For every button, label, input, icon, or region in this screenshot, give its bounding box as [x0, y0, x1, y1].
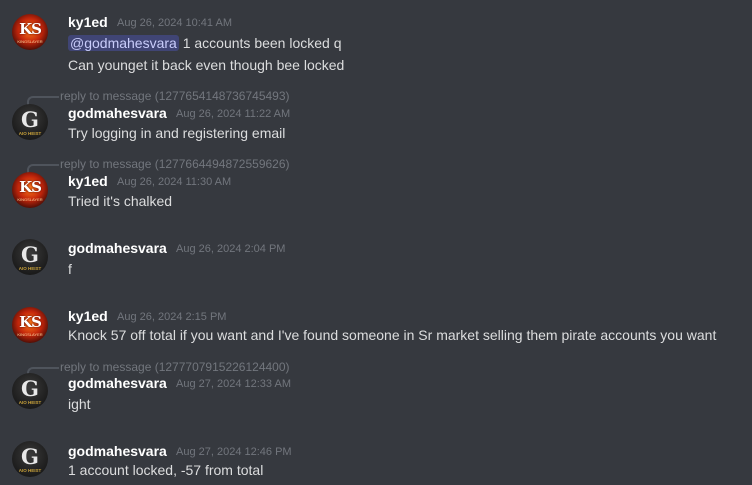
author-name[interactable]: godmahesvara — [68, 375, 167, 391]
avatar[interactable]: KS KINGSLAYER — [12, 307, 48, 343]
author-name[interactable]: ky1ed — [68, 14, 108, 30]
avatar-monogram: KS — [19, 20, 42, 38]
avatar[interactable]: G AIO HEIST — [12, 441, 48, 477]
avatar-monogram: G — [21, 242, 39, 267]
avatar-subtext: AIO HEIST — [18, 468, 42, 473]
reply-reference[interactable]: reply to message (1277664494872559626) — [60, 157, 290, 171]
message-line: ight — [68, 396, 91, 412]
avatar[interactable]: G AIO HEIST — [12, 104, 48, 140]
timestamp: Aug 27, 2024 12:33 AM — [176, 378, 291, 390]
timestamp: Aug 26, 2024 2:15 PM — [117, 311, 227, 323]
avatar-subtext: KINGSLAYER — [17, 39, 43, 44]
reply-reference[interactable]: reply to message (1277707915226124400) — [60, 360, 290, 374]
timestamp: Aug 26, 2024 2:04 PM — [176, 243, 286, 255]
avatar-monogram: G — [21, 376, 39, 401]
avatar-subtext: KINGSLAYER — [17, 197, 43, 202]
message-line: Tried it's chalked — [68, 193, 173, 209]
author-name[interactable]: ky1ed — [68, 173, 108, 189]
avatar[interactable]: KS KINGSLAYER — [12, 14, 48, 50]
message-line: f — [68, 261, 72, 277]
user-mention[interactable]: @godmahesvara — [68, 35, 179, 51]
avatar-subtext: AIO HEIST — [18, 266, 42, 271]
message-line: Knock 57 off total if you want and I've … — [68, 327, 717, 343]
message-line: Can younget it back even though bee lock… — [68, 57, 345, 73]
avatar-monogram: KS — [19, 178, 42, 196]
author-name[interactable]: godmahesvara — [68, 240, 167, 256]
avatar-monogram: G — [21, 107, 39, 132]
avatar[interactable]: G AIO HEIST — [12, 239, 48, 275]
author-name[interactable]: ky1ed — [68, 308, 108, 324]
avatar-monogram: G — [21, 444, 39, 469]
avatar-monogram: KS — [19, 313, 42, 331]
avatar-subtext: AIO HEIST — [18, 400, 42, 405]
timestamp: Aug 26, 2024 11:30 AM — [117, 176, 232, 188]
author-name[interactable]: godmahesvara — [68, 105, 167, 121]
avatar-subtext: AIO HEIST — [18, 131, 42, 136]
reply-reference[interactable]: reply to message (1277654148736745493) — [60, 89, 290, 103]
message-line: Try logging in and registering email — [68, 125, 286, 141]
avatar[interactable]: KS KINGSLAYER — [12, 172, 48, 208]
timestamp: Aug 26, 2024 11:22 AM — [176, 108, 291, 120]
avatar[interactable]: G AIO HEIST — [12, 373, 48, 409]
message-line: 1 accounts been locked q — [182, 35, 342, 51]
author-name[interactable]: godmahesvara — [68, 443, 167, 459]
message-line: 1 account locked, -57 from total — [68, 462, 264, 478]
avatar-subtext: KINGSLAYER — [17, 332, 43, 337]
timestamp: Aug 26, 2024 10:41 AM — [117, 17, 232, 29]
timestamp: Aug 27, 2024 12:46 PM — [176, 446, 292, 458]
message-text: @godmahesvara 1 accounts been locked q — [68, 35, 342, 51]
